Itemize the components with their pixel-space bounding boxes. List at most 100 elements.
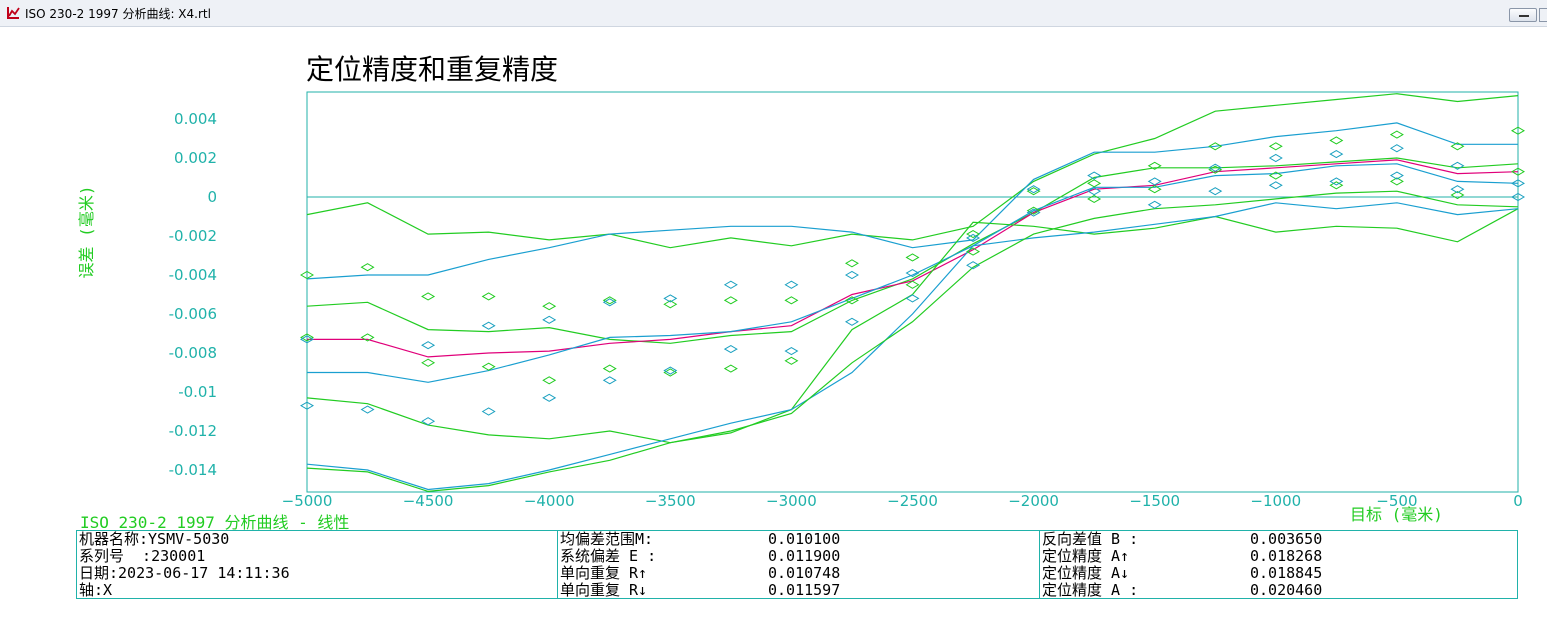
data-point-cyan <box>905 294 920 303</box>
info-label: 日期:2023-06-17 14:11:36 <box>79 564 290 582</box>
stat-label: 反向差值 B : <box>1042 530 1139 548</box>
data-point-cyan <box>723 345 738 354</box>
series-line-green-lowest <box>306 190 1519 493</box>
x-tick-label: −5000 <box>282 492 333 510</box>
y-tick-label: -0.01 <box>178 383 217 401</box>
data-point-cyan <box>481 321 496 330</box>
plot-frame <box>306 91 1519 493</box>
data-point-cyan <box>421 341 436 350</box>
data-point-cyan <box>481 407 496 416</box>
data-point-green <box>542 376 557 385</box>
data-point-cyan <box>1208 187 1223 196</box>
data-point-cyan <box>1329 150 1344 159</box>
data-point-green <box>844 259 859 268</box>
info-date: 日期:2023-06-17 14:11:36 <box>77 565 557 582</box>
data-point-cyan <box>542 393 557 402</box>
x-tick-label: −2000 <box>1008 492 1059 510</box>
info-axis: 轴:X <box>77 582 557 599</box>
info-label: 机器名称:YSMV-5030 <box>79 530 230 548</box>
data-point-cyan <box>784 280 799 289</box>
stat-label: 均偏差范围M: <box>560 530 654 548</box>
stat-accuracy-down: 定位精度 A↓ 0.018845 <box>1040 565 1518 582</box>
accuracy-column: 反向差值 B : 0.003650 定位精度 A↑ 0.018268 定位精度 A↓… <box>1039 531 1518 599</box>
data-point-green <box>1087 179 1102 188</box>
stat-value: 0.020460 <box>1250 581 1323 599</box>
data-point-green <box>784 356 799 365</box>
data-point-green <box>602 364 617 373</box>
y-tick-label: -0.008 <box>169 344 217 362</box>
x-tick-label: −3500 <box>645 492 696 510</box>
stat-value: 0.011900 <box>768 547 841 565</box>
x-axis-label: 目标 (毫米) <box>1350 505 1443 524</box>
data-point-green <box>542 302 557 311</box>
stat-value: 0.010100 <box>768 530 841 548</box>
stat-accuracy-up: 定位精度 A↑ 0.018268 <box>1040 548 1518 565</box>
stat-label: 定位精度 A↑ <box>1042 547 1130 565</box>
data-point-cyan <box>1268 153 1283 163</box>
data-point-green <box>1268 142 1283 151</box>
stat-accuracy: 定位精度 A : 0.020460 <box>1040 582 1518 599</box>
stat-mean-range: 均偏差范围M: 0.010100 <box>558 531 1040 548</box>
y-tick-label: -0.014 <box>169 461 217 479</box>
data-point-green <box>784 296 799 305</box>
data-point-green <box>421 358 436 367</box>
series-line-mean <box>307 159 1519 358</box>
y-tick-label: -0.002 <box>169 227 217 245</box>
stat-value: 0.010748 <box>768 564 841 582</box>
data-point-cyan <box>360 405 375 414</box>
data-point-green <box>723 364 738 373</box>
stat-label: 定位精度 A : <box>1042 581 1139 599</box>
stat-value: 0.018845 <box>1250 564 1323 582</box>
stat-value: 0.018268 <box>1250 547 1323 565</box>
x-tick-label: −4500 <box>403 492 454 510</box>
data-point-green <box>421 292 436 301</box>
data-point-cyan <box>844 317 859 326</box>
info-label: 轴:X <box>79 581 113 599</box>
info-label: 系列号 :230001 <box>79 547 206 565</box>
x-tick-label: 0 <box>1513 492 1523 510</box>
stat-label: 系统偏差 E : <box>560 547 657 565</box>
stat-label: 定位精度 A↓ <box>1042 564 1130 582</box>
data-point-green <box>481 292 496 301</box>
stat-label: 单向重复 R↓ <box>560 581 648 599</box>
stat-value: 0.003650 <box>1250 530 1323 548</box>
series-line-green-upper-outer <box>306 93 1519 249</box>
series-line-green-upper-inner <box>306 157 1519 344</box>
stat-repeat-up: 单向重复 R↑ 0.010748 <box>558 565 1040 582</box>
stat-repeat-down: 单向重复 R↓ 0.011597 <box>558 582 1040 599</box>
data-point-green <box>723 296 738 305</box>
y-tick-label: 0 <box>207 188 217 206</box>
data-point-cyan <box>844 270 859 280</box>
y-tick-label: -0.004 <box>169 266 217 284</box>
info-machine-name: 机器名称:YSMV-5030 <box>77 531 557 548</box>
x-tick-label: −1000 <box>1250 492 1301 510</box>
y-tick-label: 0.002 <box>174 149 217 167</box>
data-point-cyan <box>1389 144 1404 153</box>
data-point-green <box>1389 130 1404 139</box>
deviation-column: 均偏差范围M: 0.010100 系统偏差 E : 0.011900 单向重复 R↑… <box>557 531 1040 599</box>
data-point-cyan <box>1268 181 1283 190</box>
stat-systematic: 系统偏差 E : 0.011900 <box>558 548 1040 565</box>
data-point-cyan <box>1147 200 1162 209</box>
data-point-cyan <box>542 315 557 324</box>
y-tick-label: 0.004 <box>174 110 217 128</box>
data-point-cyan <box>784 346 799 356</box>
data-point-cyan <box>602 376 617 385</box>
data-point-green <box>360 263 375 272</box>
x-tick-label: −3000 <box>766 492 817 510</box>
y-tick-label: -0.012 <box>169 422 217 440</box>
info-serial: 系列号 :230001 <box>77 548 557 565</box>
stats-panel: 机器名称:YSMV-5030 系列号 :230001 日期:2023-06-17… <box>76 530 1518 599</box>
series-line-blue-lowest <box>306 202 1519 491</box>
data-point-cyan <box>723 280 738 289</box>
stat-value: 0.011597 <box>768 581 841 599</box>
data-point-green <box>905 253 920 262</box>
x-tick-label: −2500 <box>887 492 938 510</box>
stat-label: 单向重复 R↑ <box>560 564 648 582</box>
y-axis-label: 误差 (毫米) <box>77 186 96 279</box>
data-point-green <box>1329 136 1344 145</box>
stat-reversal: 反向差值 B : 0.003650 <box>1040 531 1518 548</box>
x-tick-label: −1500 <box>1129 492 1180 510</box>
series-line-blue-upper <box>306 122 1518 280</box>
x-tick-label: −4000 <box>524 492 575 510</box>
